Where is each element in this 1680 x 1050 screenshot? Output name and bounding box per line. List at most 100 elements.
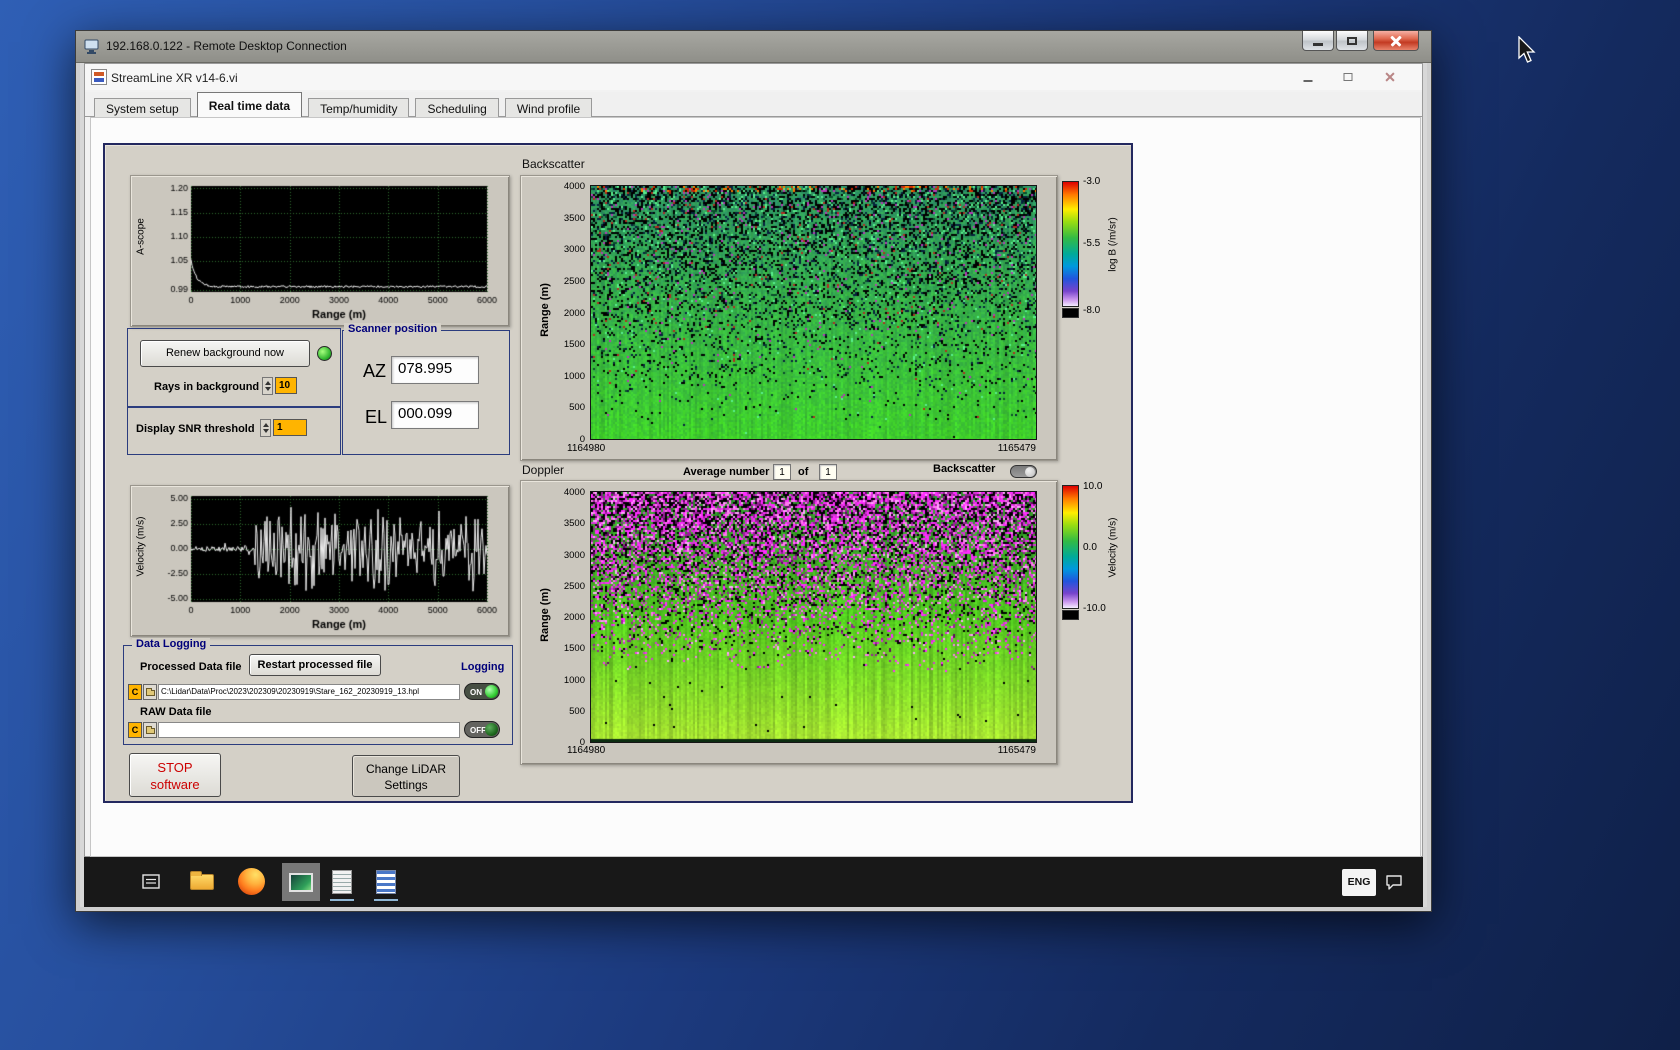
mouse-cursor bbox=[1518, 36, 1540, 66]
rays-value[interactable]: 10 bbox=[275, 377, 297, 394]
off-label: OFF bbox=[470, 726, 486, 735]
rdp-close-button[interactable] bbox=[1373, 31, 1419, 51]
processed-path-field[interactable]: C:\Lidar\Data\Proc\2023\202309\20230919\… bbox=[158, 684, 460, 700]
velocity-chart-frame bbox=[130, 485, 510, 637]
toggle-knob bbox=[1025, 467, 1035, 477]
data-logging-group: Data Logging Processed Data file Restart… bbox=[123, 645, 513, 745]
data-viewer-icon[interactable] bbox=[376, 870, 396, 894]
processed-logging-toggle[interactable]: ON bbox=[464, 683, 500, 700]
file-explorer-icon[interactable] bbox=[190, 874, 214, 890]
backscatter-toggle[interactable] bbox=[1010, 465, 1037, 478]
doppler-y-ticks: 4000 3500 3000 2500 2000 1500 1000 500 0 bbox=[521, 481, 1057, 764]
stop-line2: software bbox=[130, 777, 220, 794]
stop-software-button[interactable]: STOP software bbox=[129, 753, 221, 797]
raw-browse-button[interactable] bbox=[143, 722, 157, 738]
background-group: Renew background now Rays in background … bbox=[127, 328, 341, 407]
snr-value[interactable]: 1 bbox=[273, 419, 307, 436]
doppler-x-end: 1165479 bbox=[976, 745, 1036, 756]
doppler-colorbar-underflow bbox=[1062, 610, 1079, 620]
colorbar-tick: -8.0 bbox=[1083, 305, 1100, 316]
app-close-button[interactable] bbox=[1376, 68, 1404, 86]
rdp-titlebar[interactable]: 192.168.0.122 - Remote Desktop Connectio… bbox=[76, 31, 1431, 63]
backscatter-colorbar-label: log B (/m/sr) bbox=[1108, 185, 1119, 305]
backscatter-title: Backscatter bbox=[522, 157, 585, 171]
rays-in-background-label: Rays in background bbox=[154, 381, 259, 393]
scanner-position-group: Scanner position AZ 078.995 EL 000.099 bbox=[342, 330, 510, 455]
change-line2: Settings bbox=[353, 777, 459, 793]
main-panel: A-scope Backscatter 4000 3500 3000 2500 2000… bbox=[103, 143, 1133, 803]
backscatter-x-end: 1165479 bbox=[976, 443, 1036, 454]
y-tick-label: 2000 bbox=[521, 308, 585, 319]
backscatter-switch-label: Backscatter bbox=[933, 463, 995, 475]
el-value-field[interactable]: 000.099 bbox=[391, 401, 479, 429]
app-titlebar[interactable]: StreamLine XR v14-6.vi bbox=[85, 64, 1422, 90]
monitor-icon bbox=[289, 873, 313, 892]
y-tick-label: 3000 bbox=[521, 550, 585, 561]
average-total-input[interactable]: 1 bbox=[819, 464, 837, 480]
colorbar-tick: 0.0 bbox=[1083, 542, 1097, 553]
raw-logging-toggle[interactable]: OFF bbox=[464, 721, 500, 738]
restart-processed-file-button[interactable]: Restart processed file bbox=[249, 654, 381, 676]
change-lidar-settings-button[interactable]: Change LiDAR Settings bbox=[352, 755, 460, 797]
notification-chat-icon[interactable] bbox=[1384, 872, 1404, 897]
average-number-label: Average number bbox=[683, 466, 769, 478]
task-view-icon[interactable] bbox=[140, 871, 162, 898]
active-app-icon[interactable] bbox=[282, 863, 320, 901]
app-window-title: StreamLine XR v14-6.vi bbox=[111, 71, 238, 85]
of-label: of bbox=[798, 466, 808, 478]
colorbar-tick: 10.0 bbox=[1083, 481, 1102, 492]
rdp-window-title: 192.168.0.122 - Remote Desktop Connectio… bbox=[106, 39, 347, 53]
rdp-minimize-button[interactable] bbox=[1302, 31, 1334, 51]
y-tick-label: 1500 bbox=[521, 643, 585, 654]
stop-line1: STOP bbox=[130, 760, 220, 777]
logging-label: Logging bbox=[461, 661, 504, 673]
velocity-y-axis-label: Velocity (m/s) bbox=[136, 487, 147, 607]
doppler-y-axis-label: Range (m) bbox=[539, 555, 551, 675]
y-tick-label: 2500 bbox=[521, 276, 585, 287]
rays-spinner[interactable] bbox=[262, 377, 273, 395]
toggle-knob bbox=[485, 685, 498, 698]
renew-background-led bbox=[317, 346, 332, 361]
minimize-icon bbox=[1313, 43, 1323, 46]
folder-icon bbox=[146, 728, 155, 734]
snr-threshold-label: Display SNR threshold bbox=[136, 423, 255, 435]
el-label: EL bbox=[365, 407, 387, 428]
toggle-knob bbox=[485, 723, 498, 736]
az-value-field[interactable]: 078.995 bbox=[391, 356, 479, 384]
processed-drive-selector[interactable]: C bbox=[128, 684, 142, 700]
doppler-chart-frame: 4000 3500 3000 2500 2000 1500 1000 500 0 1164980… bbox=[520, 480, 1058, 765]
average-number-input[interactable]: 1 bbox=[773, 464, 791, 480]
backscatter-x-start: 1164980 bbox=[567, 443, 605, 454]
open-app-underline bbox=[330, 899, 354, 901]
renew-background-button[interactable]: Renew background now bbox=[140, 340, 310, 367]
raw-drive-selector[interactable]: C bbox=[128, 722, 142, 738]
processed-browse-button[interactable] bbox=[143, 684, 157, 700]
y-tick-label: 4000 bbox=[521, 487, 585, 498]
app-window: StreamLine XR v14-6.vi System setup Real … bbox=[84, 63, 1423, 857]
remote-taskbar: ENG bbox=[84, 857, 1423, 907]
app-maximize-button[interactable] bbox=[1334, 68, 1362, 86]
backscatter-colorbar bbox=[1062, 181, 1079, 307]
ascope-plot-canvas bbox=[135, 180, 507, 324]
app-minimize-button[interactable] bbox=[1294, 68, 1322, 86]
firefox-icon[interactable] bbox=[238, 868, 265, 895]
y-tick-label: 2500 bbox=[521, 581, 585, 592]
doppler-title: Doppler bbox=[522, 463, 564, 477]
rdp-maximize-button[interactable] bbox=[1336, 31, 1368, 51]
y-tick-label: 3500 bbox=[521, 213, 585, 224]
colorbar-tick: -5.5 bbox=[1083, 238, 1100, 249]
doppler-x-start: 1164980 bbox=[567, 745, 605, 756]
change-line1: Change LiDAR bbox=[353, 761, 459, 777]
tab-real-time-data[interactable]: Real time data bbox=[197, 92, 302, 117]
doppler-colorbar bbox=[1062, 485, 1079, 609]
scan-scheduler-icon[interactable] bbox=[332, 870, 352, 894]
snr-spinner[interactable] bbox=[260, 419, 271, 437]
raw-path-field[interactable] bbox=[158, 722, 460, 738]
y-tick-label: 500 bbox=[521, 402, 585, 413]
y-tick-label: 4000 bbox=[521, 181, 585, 192]
language-indicator[interactable]: ENG bbox=[1342, 869, 1376, 896]
remote-desktop-icon bbox=[84, 39, 102, 56]
y-tick-label: 1000 bbox=[521, 675, 585, 686]
y-tick-label: 2000 bbox=[521, 612, 585, 623]
tab-bar: System setup Real time data Temp/humidity S… bbox=[85, 92, 1422, 117]
